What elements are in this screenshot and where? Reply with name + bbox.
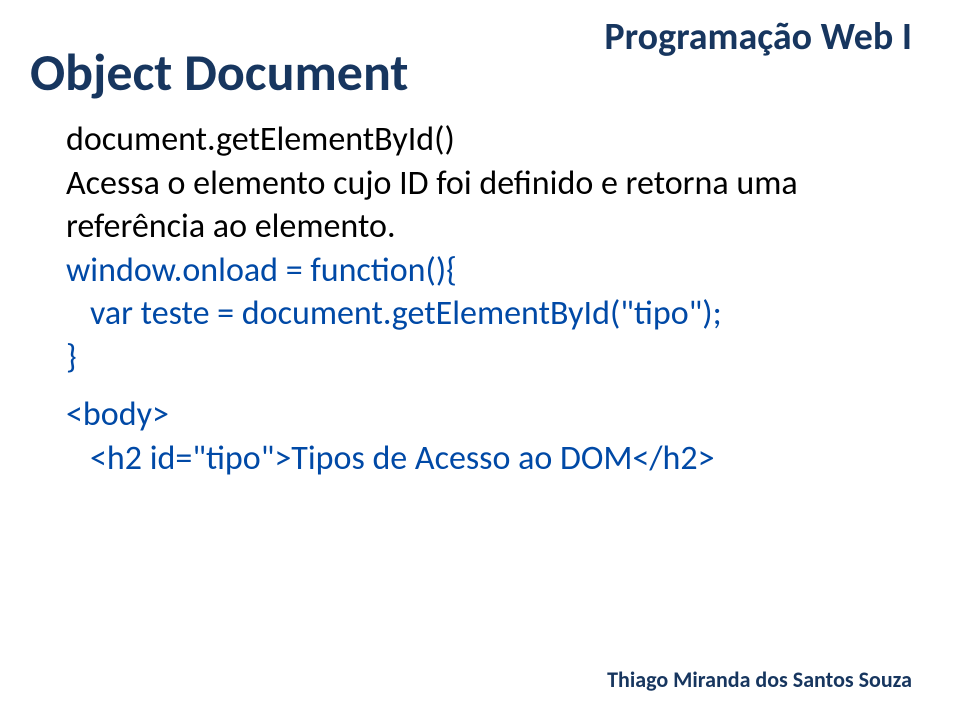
slide-title: Object Document: [30, 40, 408, 104]
code-l2-e: );: [702, 293, 721, 334]
html-l2-d: ": [261, 438, 275, 479]
code-l2-a: var teste = document.getElementById(: [90, 293, 620, 334]
html-l2-b: ": [192, 438, 206, 479]
code-l2-b: ": [620, 293, 634, 334]
description-line-1: Acessa o elemento cujo ID foi definido e…: [66, 162, 912, 206]
html-line-1: <body>: [66, 393, 912, 437]
html-l2-e: >Tipos de Acesso ao DOM</h2>: [274, 438, 714, 479]
html-l2-a: <h2 id=: [90, 438, 192, 479]
course-header: Programação Web I: [604, 14, 912, 60]
method-name: document.getElementById(): [66, 118, 912, 162]
slide-content: document.getElementById() Acessa o eleme…: [66, 118, 912, 480]
code-l2-c: tipo: [634, 293, 689, 334]
code-line-1: window.onload = function(){: [66, 249, 912, 293]
html-l2-c: tipo: [206, 438, 261, 479]
description-line-2: referência ao elemento.: [66, 205, 912, 249]
author-footer: Thiago Miranda dos Santos Souza: [607, 666, 912, 693]
code-line-2: var teste = document.getElementById("tip…: [66, 292, 912, 336]
code-line-3: }: [66, 336, 912, 380]
code-l2-d: ": [689, 293, 703, 334]
html-line-2: <h2 id="tipo">Tipos de Acesso ao DOM</h2…: [66, 437, 912, 481]
